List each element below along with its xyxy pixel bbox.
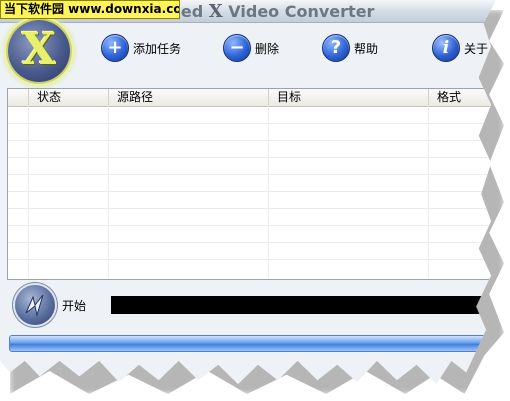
grid-row-line <box>8 259 496 260</box>
about-label: 关于 <box>464 41 489 56</box>
about-button[interactable]: i 关于 <box>432 33 488 63</box>
grid-row-line <box>8 242 496 243</box>
delete-label: 删除 <box>255 41 280 56</box>
progress-bar <box>9 335 496 352</box>
add-task-button[interactable]: + 添加任务 <box>101 33 181 63</box>
title-x: X <box>208 1 223 22</box>
grid-row-line <box>8 225 496 226</box>
title-suffix: Video Converter <box>222 2 375 21</box>
grid-column-line <box>28 106 29 279</box>
column-header-status[interactable]: 状态 <box>28 89 108 106</box>
site-watermark: 当下软件园 www.downxia.com <box>0 0 180 19</box>
status-display <box>111 296 496 314</box>
task-list[interactable]: 状态 源路径 目标 格式 <box>7 88 496 280</box>
task-list-header: 状态 源路径 目标 格式 <box>8 89 496 107</box>
grid-row-line <box>8 123 496 124</box>
column-header-source[interactable]: 源路径 <box>108 89 268 106</box>
grid-row-line <box>8 191 496 192</box>
start-label[interactable]: 开始 <box>62 297 86 314</box>
grid-row-line <box>8 208 496 209</box>
help-button[interactable]: ? 帮助 <box>322 33 378 63</box>
add-task-label: 添加任务 <box>133 41 182 56</box>
grid-row-line <box>8 157 496 158</box>
grid-row-line <box>8 140 496 141</box>
logo-x-glyph: X <box>21 24 57 75</box>
grid-column-line <box>428 106 429 279</box>
window-title: nced X Video Converter <box>160 1 374 22</box>
grid-column-line <box>268 106 269 279</box>
info-icon: i <box>432 34 460 62</box>
app-logo-icon: X <box>8 20 70 82</box>
column-header-target[interactable]: 目标 <box>268 89 428 106</box>
plus-icon: + <box>101 34 129 62</box>
app-window: nced X Video Converter X + 添加任务 − 删除 ? 帮… <box>0 0 496 385</box>
grid-row-line <box>8 174 496 175</box>
question-icon: ? <box>322 34 350 62</box>
help-label: 帮助 <box>354 41 379 56</box>
start-convert-icon[interactable] <box>15 285 55 325</box>
grid-column-line <box>108 106 109 279</box>
delete-button[interactable]: − 删除 <box>223 33 279 63</box>
column-header-select[interactable] <box>8 89 28 106</box>
minus-icon: − <box>223 34 251 62</box>
